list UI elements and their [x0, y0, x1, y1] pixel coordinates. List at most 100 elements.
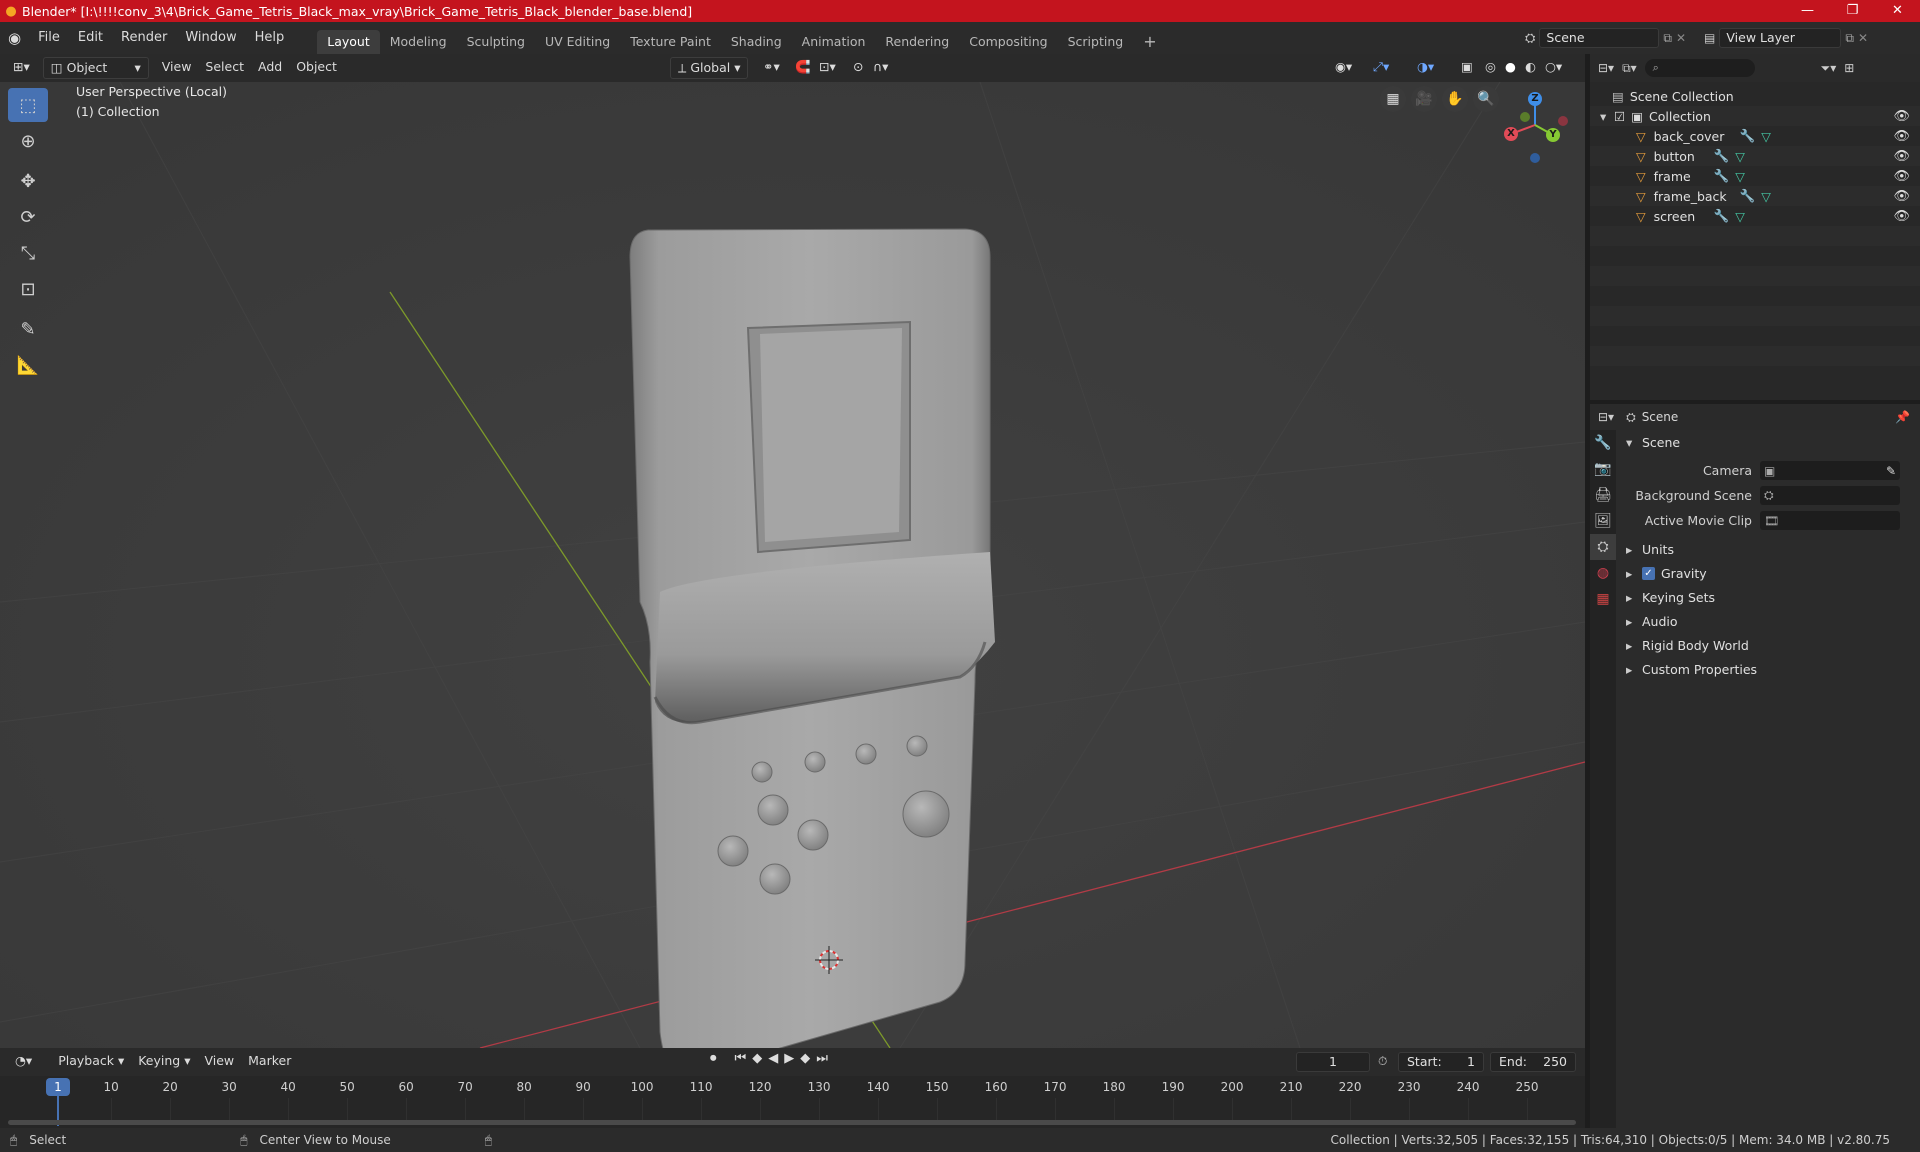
play-reverse-icon[interactable]: ◀: [768, 1051, 778, 1066]
menu-add[interactable]: Add: [251, 57, 289, 79]
tool-tab-icon[interactable]: 🔧: [1590, 430, 1616, 456]
current-frame-field[interactable]: 1: [1296, 1052, 1370, 1072]
move-tool-icon[interactable]: ✥: [8, 164, 48, 198]
scale-tool-icon[interactable]: ⤡: [8, 236, 48, 270]
new-view-layer-icon[interactable]: ⧉: [1845, 31, 1854, 46]
modifier-wrench-icon[interactable]: 🔧: [1740, 128, 1756, 144]
transform-tool-icon[interactable]: ⊡: [8, 272, 48, 306]
transform-orientation-selector[interactable]: ⟂ Global ▾: [670, 57, 748, 79]
outliner-search-input[interactable]: ⌕: [1644, 59, 1755, 77]
units-section-header[interactable]: ▸ Units: [1626, 537, 1916, 561]
rendered-shading-icon[interactable]: ○▾: [1538, 57, 1569, 79]
gravity-section-header[interactable]: ▸ ✓ Gravity: [1626, 561, 1916, 585]
menu-playback[interactable]: Playback ▾: [51, 1051, 131, 1073]
visibility-eye-icon[interactable]: 👁: [1893, 169, 1910, 184]
tab-uv-editing[interactable]: UV Editing: [535, 30, 620, 54]
eyedropper-icon[interactable]: ✎: [1886, 464, 1896, 478]
render-tab-icon[interactable]: 📷: [1590, 456, 1616, 482]
visibility-eye-icon[interactable]: 👁: [1893, 109, 1910, 124]
menu-window[interactable]: Window: [176, 22, 245, 54]
3d-viewport[interactable]: User Perspective (Local) (1) Collection …: [0, 82, 1585, 1048]
outliner-object-row[interactable]: ▽ screen 🔧 ▽ 👁: [1590, 206, 1920, 226]
prev-keyframe-icon[interactable]: ◆: [752, 1051, 762, 1066]
mesh-data-icon[interactable]: ▽: [1761, 129, 1771, 144]
collection-checkbox[interactable]: ☑: [1614, 109, 1625, 124]
next-keyframe-icon[interactable]: ◆: [800, 1051, 810, 1066]
minimize-button[interactable]: —: [1785, 0, 1830, 22]
audio-section-header[interactable]: ▸ Audio: [1626, 609, 1916, 633]
scene-icon[interactable]: ⛭: [1525, 31, 1535, 46]
measure-tool-icon[interactable]: 📐: [8, 348, 48, 382]
gizmo-y-axis[interactable]: Y: [1546, 128, 1560, 142]
display-mode-icon[interactable]: ⧉▾: [1622, 61, 1637, 76]
keying-sets-section-header[interactable]: ▸ Keying Sets: [1626, 585, 1916, 609]
tab-layout[interactable]: Layout: [317, 30, 380, 54]
tab-sculpting[interactable]: Sculpting: [457, 30, 535, 54]
active-movie-clip-field[interactable]: 🎞: [1760, 511, 1900, 530]
scene-selector[interactable]: Scene: [1539, 28, 1660, 48]
outliner-object-row[interactable]: ▽ frame_back 🔧 ▽ 👁: [1590, 186, 1920, 206]
custom-properties-section-header[interactable]: ▸ Custom Properties: [1626, 657, 1916, 681]
tab-animation[interactable]: Animation: [792, 30, 876, 54]
outliner-object-row[interactable]: ▽ back_cover 🔧 ▽ 👁: [1590, 126, 1920, 146]
maximize-button[interactable]: ❐: [1830, 0, 1875, 22]
rotate-tool-icon[interactable]: ⟳: [8, 200, 48, 234]
new-scene-icon[interactable]: ⧉: [1663, 31, 1672, 46]
snap-target-icon[interactable]: ⊡▾: [812, 57, 843, 79]
menu-view[interactable]: View: [155, 57, 199, 79]
preview-range-icon[interactable]: ⏱: [1378, 1054, 1387, 1069]
filter-icon[interactable]: ⏷▾: [1821, 61, 1837, 76]
menu-file[interactable]: File: [29, 22, 69, 54]
outliner-editor-type-icon[interactable]: ⊟▾: [1598, 61, 1614, 75]
texture-tab-icon[interactable]: ▦: [1590, 586, 1616, 612]
camera-view-icon[interactable]: 🎥: [1411, 86, 1437, 112]
gravity-checkbox[interactable]: ✓: [1642, 566, 1655, 580]
blender-menu-icon[interactable]: ◉: [0, 22, 29, 54]
tab-shading[interactable]: Shading: [721, 30, 792, 54]
modifier-wrench-icon[interactable]: 🔧: [1714, 208, 1730, 224]
timeline-editor-type-icon[interactable]: ◔▾: [8, 1051, 39, 1073]
mode-selector[interactable]: ◫ Object Mode ▾: [42, 57, 149, 95]
view-layer-tab-icon[interactable]: 🖼: [1590, 508, 1616, 534]
mesh-data-icon[interactable]: ▽: [1735, 209, 1745, 224]
add-workspace-button[interactable]: +: [1133, 30, 1166, 54]
timeline-scrollbar[interactable]: [8, 1120, 1576, 1125]
record-icon[interactable]: ⏺: [710, 1051, 717, 1066]
menu-object[interactable]: Object: [289, 57, 344, 79]
outliner-collection[interactable]: ▾ ☑ ▣ Collection 👁: [1590, 106, 1920, 126]
gizmo-x-axis[interactable]: X: [1504, 127, 1518, 141]
close-button[interactable]: ✕: [1875, 0, 1920, 22]
pivot-point-icon[interactable]: ⚭▾: [756, 57, 787, 79]
scene-section-header[interactable]: ▾ Scene: [1626, 430, 1916, 454]
cursor-tool-icon[interactable]: ⊕: [8, 124, 48, 158]
background-scene-field[interactable]: ⛭: [1760, 486, 1900, 505]
tab-scripting[interactable]: Scripting: [1058, 30, 1134, 54]
xray-icon[interactable]: ▣: [1454, 57, 1480, 79]
menu-render[interactable]: Render: [112, 22, 176, 54]
modifier-wrench-icon[interactable]: 🔧: [1714, 168, 1730, 184]
visibility-eye-icon[interactable]: 👁: [1893, 129, 1910, 144]
modifier-wrench-icon[interactable]: 🔧: [1714, 148, 1730, 164]
play-icon[interactable]: ▶: [784, 1051, 794, 1066]
select-box-tool-icon[interactable]: ⬚: [8, 88, 48, 122]
mesh-data-icon[interactable]: ▽: [1735, 149, 1745, 164]
visibility-selectability-icon[interactable]: ◉▾: [1328, 57, 1359, 79]
scene-tab-icon[interactable]: ⛭: [1590, 534, 1616, 560]
output-tab-icon[interactable]: 🖨: [1590, 482, 1616, 508]
view-layer-selector[interactable]: View Layer: [1719, 28, 1842, 48]
camera-field[interactable]: ▣ ✎: [1760, 461, 1900, 480]
delete-view-layer-icon[interactable]: ✕: [1858, 31, 1868, 45]
timeline-area[interactable]: 10 20 30 40 50 60 70 80 90 100 110 120 130 140 150 160 1…: [0, 1076, 1585, 1128]
world-tab-icon[interactable]: ◍: [1590, 560, 1616, 586]
outliner-scene-collection[interactable]: ▤ Scene Collection: [1590, 86, 1920, 106]
jump-start-icon[interactable]: ⏮: [735, 1051, 747, 1066]
playhead[interactable]: 1: [46, 1078, 70, 1096]
pan-hand-icon[interactable]: ✋: [1442, 86, 1468, 112]
tab-texture-paint[interactable]: Texture Paint: [620, 30, 721, 54]
brick-game-model[interactable]: [629, 228, 995, 1048]
rigid-body-world-section-header[interactable]: ▸ Rigid Body World: [1626, 633, 1916, 657]
annotate-tool-icon[interactable]: ✎: [8, 312, 48, 346]
menu-select[interactable]: Select: [198, 57, 251, 79]
tab-rendering[interactable]: Rendering: [875, 30, 959, 54]
mesh-data-icon[interactable]: ▽: [1735, 169, 1745, 184]
